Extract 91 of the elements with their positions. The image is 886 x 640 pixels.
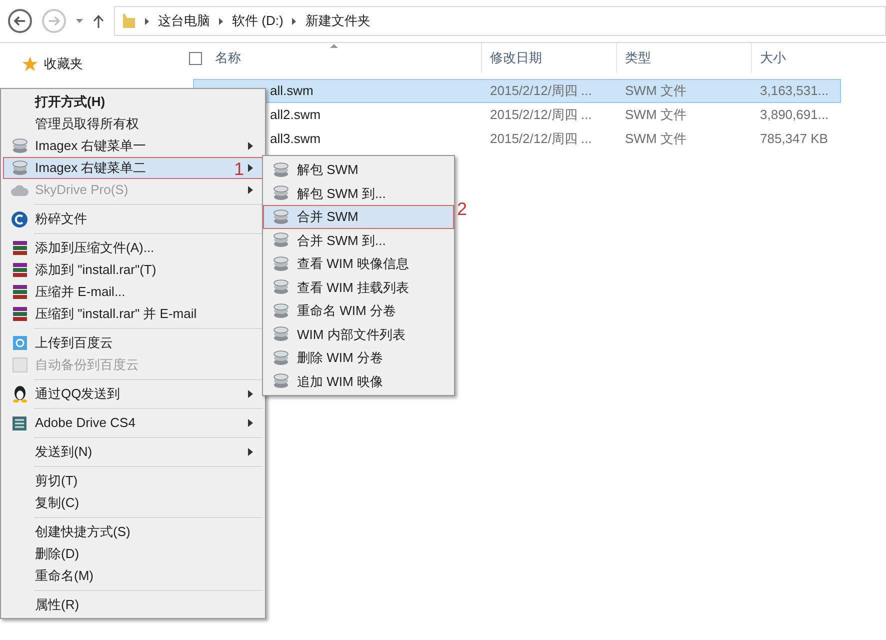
menu-item[interactable]: 上传到百度云 bbox=[3, 332, 263, 354]
breadcrumb[interactable]: 这台电脑 bbox=[158, 11, 210, 31]
submenu-item[interactable]: WIM 内部文件列表 bbox=[263, 322, 454, 346]
book-stack-icon bbox=[12, 240, 28, 256]
menu-item[interactable]: 压缩到 "install.rar" 并 E-mail bbox=[3, 303, 263, 325]
modified-date: 2015/2/12/周四 ... bbox=[489, 82, 593, 100]
address-field[interactable]: 这台电脑 软件 (D:) 新建文件夹 bbox=[114, 6, 886, 36]
breadcrumb[interactable]: 新建文件夹 bbox=[305, 11, 370, 31]
disk-stack-icon bbox=[272, 208, 290, 225]
file-name: all3.swm bbox=[270, 130, 322, 148]
disk-stack-icon bbox=[272, 162, 290, 178]
submenu-item[interactable]: 合并 SWM 到... bbox=[263, 228, 454, 252]
file-name: all.swm bbox=[270, 82, 314, 100]
disk-stack-icon bbox=[272, 326, 290, 342]
column-header[interactable]: 修改日期 bbox=[490, 48, 542, 68]
annotation-number: 2 bbox=[456, 200, 467, 218]
submenu-item[interactable]: 追加 WIM 映像 bbox=[263, 370, 454, 393]
breadcrumb-arrow-icon bbox=[292, 18, 296, 24]
star-icon bbox=[22, 56, 38, 72]
submenu-arrow-icon bbox=[248, 186, 253, 194]
menu-item[interactable]: Imagex 右键菜单二 1 bbox=[3, 157, 263, 179]
file-type: SWM 文件 bbox=[624, 106, 688, 124]
book-stack-icon bbox=[12, 306, 28, 322]
file-name: all2.swm bbox=[270, 106, 322, 124]
submenu-arrow-icon bbox=[248, 390, 253, 398]
menu-item[interactable]: 通过QQ发送到 bbox=[3, 383, 263, 405]
folder-icon bbox=[120, 12, 136, 30]
cloud-icon bbox=[10, 184, 28, 196]
menu-item[interactable]: 属性(R) bbox=[3, 594, 263, 616]
image-icon bbox=[12, 335, 28, 351]
annotation-number: 1 bbox=[234, 160, 244, 178]
submenu-item[interactable]: 解包 SWM bbox=[263, 158, 454, 182]
image-icon bbox=[12, 357, 28, 373]
submenu-item[interactable]: 解包 SWM 到... bbox=[263, 182, 454, 205]
list-icon bbox=[12, 416, 27, 430]
modified-date: 2015/2/12/周四 ... bbox=[489, 130, 593, 148]
submenu-item[interactable]: 删除 WIM 分卷 bbox=[263, 346, 454, 370]
arrow-left-icon bbox=[14, 16, 26, 26]
penguin-icon bbox=[12, 385, 28, 403]
file-size: 785,347 KB bbox=[759, 130, 829, 148]
menu-item[interactable]: 压缩并 E-mail... bbox=[3, 281, 263, 303]
book-stack-icon bbox=[12, 284, 28, 300]
disk-stack-icon bbox=[10, 138, 28, 154]
column-header[interactable]: 类型 bbox=[625, 48, 651, 68]
disk-stack-icon bbox=[272, 350, 290, 366]
submenu-arrow-icon bbox=[248, 448, 253, 456]
arrow-right-icon bbox=[48, 16, 60, 26]
submenu-item[interactable]: 查看 WIM 挂载列表 bbox=[263, 276, 454, 299]
menu-item[interactable]: 创建快捷方式(S) bbox=[3, 521, 263, 543]
column-header[interactable]: 大小 bbox=[760, 48, 786, 68]
dropdown-caret-icon[interactable] bbox=[76, 19, 83, 23]
menu-item[interactable]: 粉碎文件 bbox=[3, 208, 263, 230]
disk-stack-icon bbox=[272, 185, 290, 202]
submenu-arrow-icon bbox=[248, 419, 253, 427]
nav-item[interactable]: 收藏夹 bbox=[44, 54, 83, 74]
submenu-item[interactable]: 重命名 WIM 分卷 bbox=[263, 299, 454, 322]
breadcrumb-arrow-icon bbox=[145, 18, 149, 24]
file-type: SWM 文件 bbox=[624, 82, 688, 100]
menu-item[interactable]: 剪切(T) bbox=[3, 470, 263, 492]
breadcrumb-arrow-icon bbox=[219, 18, 223, 24]
menu-item[interactable]: 复制(C) bbox=[3, 492, 263, 514]
disk-stack-icon bbox=[272, 279, 290, 296]
submenu-arrow-icon bbox=[248, 164, 253, 172]
submenu-item[interactable]: 查看 WIM 映像信息 bbox=[263, 252, 454, 276]
up-arrow-icon[interactable] bbox=[93, 14, 104, 28]
modified-date: 2015/2/12/周四 ... bbox=[489, 106, 593, 124]
file-size: 3,163,531... bbox=[759, 82, 830, 100]
c-circle-icon bbox=[11, 210, 28, 228]
book-stack-icon bbox=[12, 262, 28, 278]
disk-stack-icon bbox=[272, 373, 290, 390]
menu-item[interactable]: 发送到(N) bbox=[3, 441, 263, 463]
menu-item[interactable]: 添加到压缩文件(A)... bbox=[3, 237, 263, 259]
disk-stack-icon bbox=[272, 232, 290, 248]
sort-caret-icon bbox=[330, 44, 338, 48]
column-header[interactable]: 名称 bbox=[215, 48, 241, 68]
disk-stack-icon bbox=[272, 302, 290, 319]
menu-item[interactable]: 删除(D) bbox=[3, 543, 263, 565]
file-row[interactable]: all.swm 2015/2/12/周四 ... SWM 文件 3,163,531... bbox=[193, 79, 841, 103]
menu-item[interactable]: Adobe Drive CS4 bbox=[3, 412, 263, 434]
menu-item[interactable]: Imagex 右键菜单一 bbox=[3, 135, 263, 157]
disk-stack-icon bbox=[272, 256, 290, 272]
disk-stack-icon bbox=[10, 160, 28, 176]
file-size: 3,890,691... bbox=[759, 106, 830, 124]
breadcrumb[interactable]: 软件 (D:) bbox=[232, 11, 284, 31]
file-type: SWM 文件 bbox=[624, 130, 688, 148]
select-all-checkbox[interactable] bbox=[189, 52, 202, 64]
submenu-arrow-icon bbox=[248, 142, 253, 150]
menu-item[interactable]: 管理员取得所有权 bbox=[3, 113, 263, 135]
menu-item[interactable]: 添加到 "install.rar"(T) bbox=[3, 259, 263, 281]
back-button[interactable] bbox=[8, 9, 32, 33]
menu-item[interactable]: 重命名(M) bbox=[3, 565, 263, 587]
